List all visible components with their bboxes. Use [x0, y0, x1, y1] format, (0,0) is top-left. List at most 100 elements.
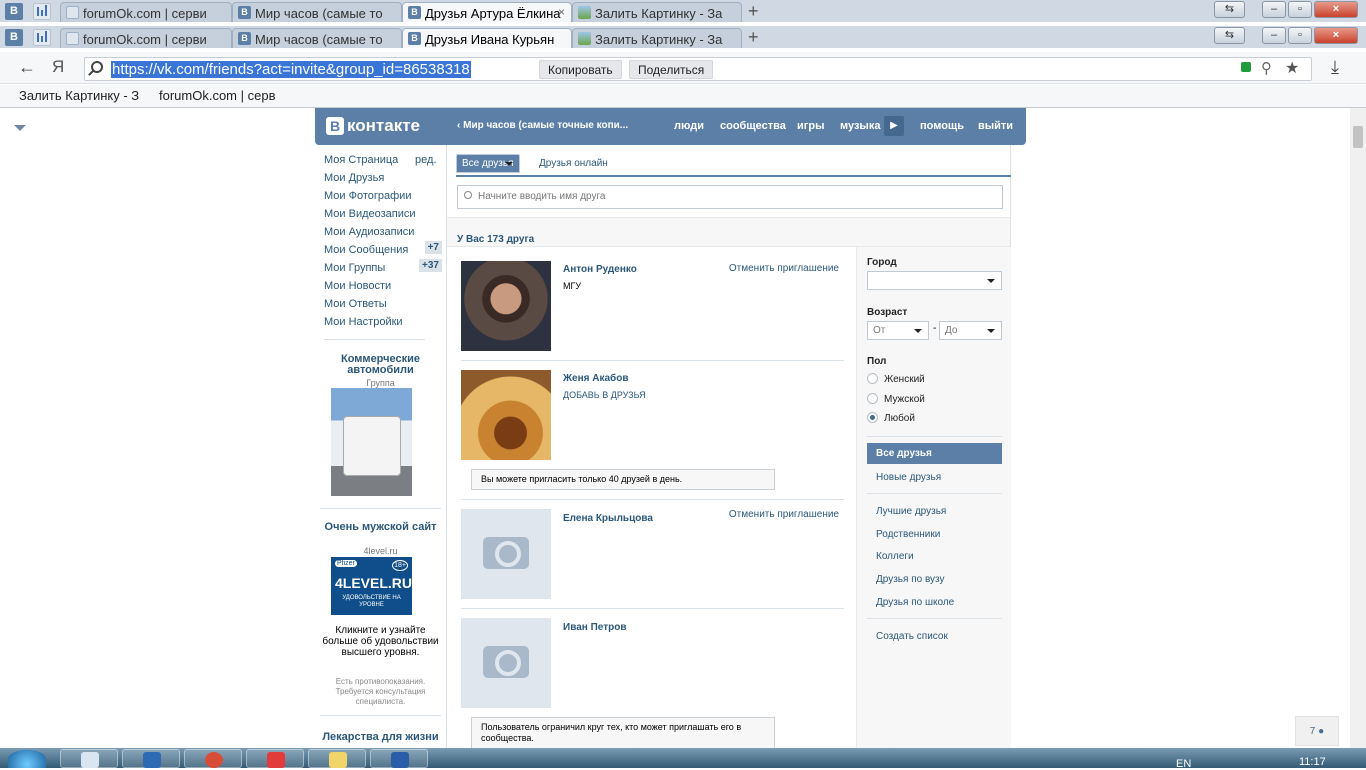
scrollbar-thumb[interactable] — [1353, 126, 1363, 148]
browser-tab[interactable]: forumOk.com | серви — [60, 2, 232, 22]
tab-all-friends[interactable]: Все друзья — [456, 154, 520, 173]
communities-link[interactable]: сообщества — [720, 120, 786, 132]
browser-tab[interactable]: В Мир часов (самые то — [232, 2, 402, 22]
people-link[interactable]: люди — [674, 120, 704, 132]
camera-icon[interactable] — [461, 509, 551, 599]
list-colleagues[interactable]: Коллеги — [876, 551, 914, 562]
taskbar-chrome[interactable] — [184, 749, 242, 768]
avatar[interactable] — [461, 261, 551, 351]
friend-name[interactable]: Женя Акабов — [563, 373, 628, 384]
pinned-stats-tab[interactable] — [33, 29, 51, 46]
close-tab-icon[interactable]: × — [558, 5, 565, 19]
taskbar-ie[interactable] — [122, 749, 180, 768]
star-icon[interactable]: ★ — [1285, 58, 1299, 78]
taskbar-word[interactable] — [370, 749, 428, 768]
yandex-logo[interactable]: Я — [52, 57, 64, 77]
menu-my-friends[interactable]: Мои Друзья — [324, 172, 384, 184]
games-link[interactable]: игры — [797, 120, 824, 132]
ad-title[interactable]: Лекарства для жизни — [315, 732, 446, 743]
cancel-invite-link[interactable]: Отменить приглашение — [729, 263, 839, 274]
maximize-icon[interactable]: ▫ — [1288, 27, 1312, 44]
menu-my-answers[interactable]: Мои Ответы — [324, 298, 387, 310]
pinned-vk-tab[interactable]: В — [5, 29, 23, 46]
tab-friends-online[interactable]: Друзья онлайн — [531, 154, 616, 175]
friend-name[interactable]: Елена Крыльцова — [563, 513, 653, 524]
menu-my-photos[interactable]: Мои Фотографии — [324, 190, 411, 202]
radio-any[interactable]: Любой — [867, 412, 915, 424]
ad-image[interactable]: Pfizer 18+ 4LEVEL.RU УДОВОЛЬСТВИЕ НА УРО… — [331, 557, 412, 615]
bookmark-item[interactable]: forumOk.com | серв — [159, 88, 275, 103]
city-select[interactable] — [867, 271, 1002, 290]
minimize-icon[interactable]: – — [1262, 1, 1286, 18]
list-new-friends[interactable]: Новые друзья — [876, 472, 941, 483]
list-relatives[interactable]: Родственники — [876, 529, 940, 540]
create-list-link[interactable]: Создать список — [876, 631, 948, 642]
friend-name[interactable]: Антон Руденко — [563, 264, 637, 275]
maximize-icon[interactable]: ▫ — [1288, 1, 1312, 18]
vertical-scrollbar[interactable] — [1350, 108, 1366, 748]
avatar[interactable] — [461, 370, 551, 460]
taskbar-paint[interactable] — [308, 749, 366, 768]
minimize-icon[interactable]: – — [1262, 27, 1286, 44]
address-bar[interactable]: https://vk.com/friends?act=invite&group_… — [84, 57, 1312, 81]
friend-name[interactable]: Иван Петров — [563, 622, 626, 633]
list-school-friends[interactable]: Друзья по школе — [876, 597, 954, 608]
close-window-icon[interactable]: × — [1314, 1, 1358, 18]
cancel-invite-link[interactable]: Отменить приглашение — [729, 509, 839, 520]
restore-tabs-icon[interactable]: ⇆ — [1214, 1, 1245, 18]
radio-male[interactable]: Мужской — [867, 393, 925, 405]
list-all-friends[interactable]: Все друзья — [867, 443, 1002, 464]
browser-tab[interactable]: forumOk.com | серви — [60, 28, 232, 48]
logout-link[interactable]: выйти — [978, 120, 1013, 132]
age-to-select[interactable]: До — [939, 321, 1002, 340]
pinned-vk-tab[interactable]: В — [5, 3, 23, 20]
menu-my-settings[interactable]: Мои Настройки — [324, 316, 403, 328]
browser-tab[interactable]: Залить Картинку - За — [572, 2, 742, 22]
chevron-down-icon[interactable] — [14, 125, 26, 137]
browser-tab[interactable]: В Мир часов (самые то — [232, 28, 402, 48]
browser-tab-active[interactable]: В Друзья Артура Ёлкина × — [402, 2, 572, 22]
new-tab-button[interactable]: + — [748, 27, 759, 48]
list-best-friends[interactable]: Лучшие друзья — [876, 506, 946, 517]
menu-my-audio[interactable]: Мои Аудиозаписи — [324, 226, 414, 238]
share-button[interactable]: Поделиться — [629, 60, 714, 79]
ad-image[interactable] — [331, 388, 412, 496]
pinned-stats-tab[interactable] — [33, 3, 51, 20]
ad-title[interactable]: Очень мужской сайт — [315, 522, 446, 533]
close-window-icon[interactable]: × — [1314, 27, 1358, 44]
menu-my-news[interactable]: Мои Новости — [324, 280, 391, 292]
zoom-icon[interactable]: ⚲ — [1261, 59, 1272, 77]
play-music-icon[interactable]: ▶ — [884, 116, 904, 136]
clock[interactable]: 11:17 — [1299, 756, 1326, 768]
menu-my-videos[interactable]: Мои Видеозаписи — [324, 208, 416, 220]
start-button[interactable] — [8, 750, 46, 768]
help-link[interactable]: помощь — [920, 120, 964, 132]
browser-tab[interactable]: Залить Картинку - За — [572, 28, 742, 48]
restore-tabs-icon[interactable]: ⇆ — [1214, 27, 1245, 44]
download-icon[interactable]: ⤓ — [1331, 57, 1339, 78]
list-university-friends[interactable]: Друзья по вузу — [876, 574, 945, 585]
age-from-select[interactable]: От — [867, 321, 929, 340]
taskbar-explorer[interactable] — [60, 749, 118, 768]
browser-tab-active[interactable]: В Друзья Ивана Курьян — [402, 28, 572, 48]
copy-button[interactable]: Копировать — [539, 60, 622, 79]
bookmark-item[interactable]: Залить Картинку - З — [19, 88, 139, 103]
menu-my-messages[interactable]: Мои Сообщения — [324, 244, 408, 256]
ad-title[interactable]: Коммерческие автомобили — [315, 354, 446, 376]
vk-logo[interactable]: Вконтакте — [326, 116, 420, 136]
groups-count-badge[interactable]: +37 — [419, 259, 442, 272]
language-indicator[interactable]: EN — [1176, 758, 1191, 770]
menu-my-page[interactable]: Моя Страница — [324, 154, 398, 166]
radio-female[interactable]: Женский — [867, 373, 925, 385]
new-tab-button[interactable]: + — [748, 1, 759, 22]
camera-icon[interactable] — [461, 618, 551, 708]
friend-search-input[interactable]: Начните вводить имя друга — [457, 185, 1003, 209]
messages-count-badge[interactable]: +7 — [424, 241, 442, 254]
menu-my-groups[interactable]: Мои Группы — [324, 262, 385, 274]
edit-link[interactable]: ред. — [415, 154, 436, 166]
chat-button[interactable]: 7 ● — [1295, 716, 1339, 746]
music-link[interactable]: музыка — [840, 120, 880, 132]
back-to-group-link[interactable]: ‹ Мир часов (самые точные копи... — [457, 120, 628, 131]
ad-text[interactable]: Кликните и узнайте больше об удовольстви… — [319, 625, 442, 658]
taskbar-yandex[interactable] — [246, 749, 304, 768]
